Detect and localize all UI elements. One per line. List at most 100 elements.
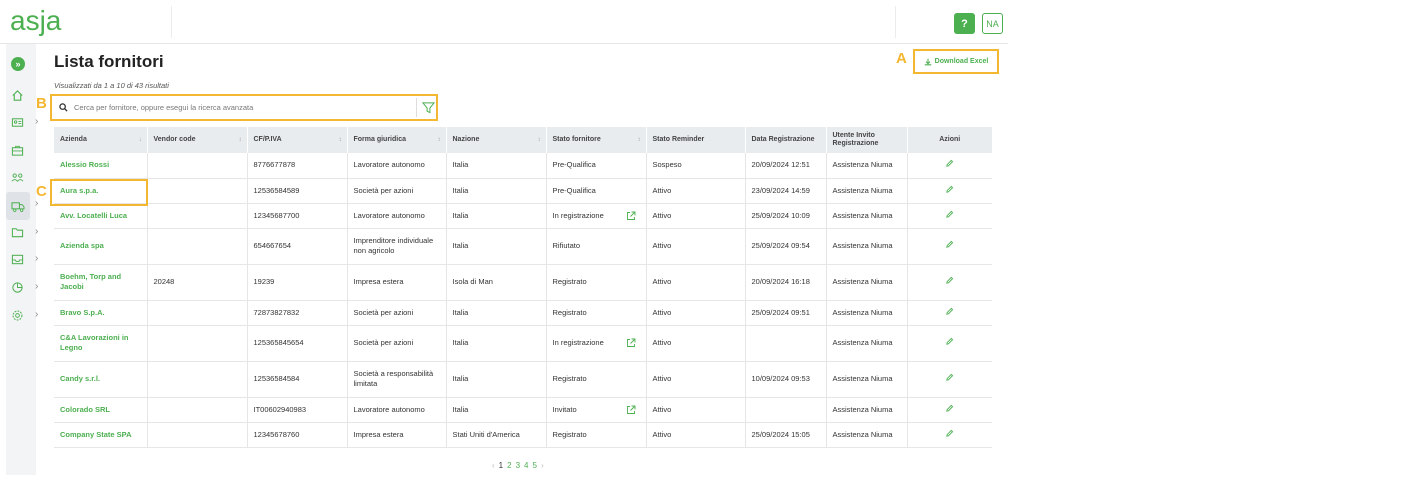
edit-pencil-icon[interactable] bbox=[945, 307, 954, 316]
column-header[interactable]: Forma giuridica ↕ bbox=[347, 127, 447, 153]
table-cell bbox=[147, 397, 248, 423]
sidebar-item-settings[interactable]: › bbox=[6, 303, 42, 327]
download-excel-button[interactable]: Download Excel bbox=[913, 49, 999, 74]
external-link-icon[interactable] bbox=[626, 211, 636, 221]
external-link-icon[interactable] bbox=[626, 338, 636, 348]
table-cell: Registrato bbox=[546, 264, 647, 301]
supplier-name-link[interactable]: Colorado SRL bbox=[54, 397, 148, 423]
supplier-name-link[interactable]: Boehm, Torp and Jacobi bbox=[54, 264, 148, 301]
page-link-3[interactable]: 3 bbox=[516, 461, 520, 470]
help-button[interactable]: ? bbox=[954, 13, 975, 34]
actions-cell bbox=[907, 300, 992, 326]
sidebar-item-registry[interactable]: › bbox=[6, 110, 42, 134]
table-cell: Società a responsabilità limitata bbox=[347, 361, 447, 398]
asja-logo[interactable]: asja bbox=[10, 6, 80, 38]
table-cell: Assistenza Niuma bbox=[826, 203, 908, 229]
edit-pencil-icon[interactable] bbox=[945, 404, 954, 413]
table-cell: Assistenza Niuma bbox=[826, 397, 908, 423]
sort-icon[interactable]: ↕ bbox=[638, 136, 641, 144]
suppliers-table: Azienda ↓ Vendor code ↕ CF/P.IVA ↕ Forma giuri… bbox=[54, 127, 992, 448]
table-cell: Registrato bbox=[546, 300, 647, 326]
table-cell: Stati Uniti d'America bbox=[446, 422, 547, 448]
table-cell: 23/09/2024 14:59 bbox=[745, 178, 827, 204]
external-link-icon[interactable] bbox=[626, 405, 636, 415]
page-link-2[interactable]: 2 bbox=[507, 461, 511, 470]
table-cell: 25/09/2024 09:54 bbox=[745, 228, 827, 265]
supplier-name-link[interactable]: Company State SPA bbox=[54, 422, 148, 448]
actions-cell bbox=[907, 361, 992, 398]
column-header[interactable]: CF/P.IVA ↕ bbox=[247, 127, 348, 153]
table-cell: Assistenza Niuma bbox=[826, 228, 908, 265]
sidebar-item-messages[interactable]: › bbox=[6, 247, 42, 271]
sort-icon[interactable]: ↕ bbox=[538, 136, 541, 144]
page-link-4[interactable]: 4 bbox=[524, 461, 528, 470]
sidebar-item-documents[interactable]: › bbox=[6, 220, 42, 244]
supplier-name-link[interactable]: Avv. Locatelli Luca bbox=[54, 203, 148, 229]
expand-sidebar-button[interactable]: » bbox=[11, 57, 25, 71]
column-header[interactable]: Vendor code ↕ bbox=[147, 127, 248, 153]
advanced-filter-button[interactable] bbox=[421, 99, 435, 116]
search-input[interactable]: Cerca per fornitore, oppure esegui la ri… bbox=[55, 98, 417, 117]
table-cell bbox=[147, 228, 248, 265]
table-cell: Attivo bbox=[646, 422, 746, 448]
sort-icon[interactable]: ↕ bbox=[239, 136, 242, 144]
supplier-name-link[interactable]: Alessio Rossi bbox=[54, 153, 148, 179]
sidebar-item-jobs[interactable] bbox=[6, 138, 42, 162]
edit-pencil-icon[interactable] bbox=[945, 210, 954, 219]
edit-pencil-icon[interactable] bbox=[945, 276, 954, 285]
table-cell: 20/09/2024 16:18 bbox=[745, 264, 827, 301]
page-link-1[interactable]: 1 bbox=[499, 461, 503, 470]
edit-pencil-icon[interactable] bbox=[945, 337, 954, 346]
chevron-right-icon: › bbox=[35, 116, 39, 127]
supplier-name-link[interactable]: Candy s.r.l. bbox=[54, 361, 148, 398]
column-header[interactable]: Stato Reminder bbox=[646, 127, 746, 153]
sort-icon[interactable]: ↕ bbox=[438, 136, 441, 144]
next-page-button[interactable]: › bbox=[541, 461, 544, 470]
sidebar-item-reports[interactable]: › bbox=[6, 275, 42, 299]
user-avatar[interactable]: NA bbox=[982, 13, 1003, 34]
edit-pencil-icon[interactable] bbox=[945, 240, 954, 249]
table-row: Alessio Rossi 8776677878 Lavoratore autono… bbox=[54, 153, 992, 179]
actions-cell bbox=[907, 153, 992, 179]
top-bar: asja ? NA bbox=[0, 0, 1008, 44]
edit-pencil-icon[interactable] bbox=[945, 373, 954, 382]
table-cell: Italia bbox=[446, 325, 547, 362]
column-header[interactable]: Stato fornitore ↕ bbox=[546, 127, 647, 153]
column-header[interactable]: Azioni bbox=[907, 127, 992, 153]
table-row: Company State SPA 12345678760 Impresa este… bbox=[54, 422, 992, 448]
divider bbox=[895, 6, 896, 38]
sidebar-item-suppliers[interactable]: › bbox=[6, 192, 38, 220]
table-cell bbox=[147, 422, 248, 448]
table-cell: Italia bbox=[446, 228, 547, 265]
table-cell: Pre-Qualifica bbox=[546, 153, 647, 179]
table-row: Boehm, Torp and Jacobi 20248 19239 Impresa … bbox=[54, 264, 992, 301]
table-cell: Imprenditore individuale non agricolo bbox=[347, 228, 447, 265]
column-header[interactable]: Utente Invito Registrazione bbox=[826, 127, 908, 153]
table-cell bbox=[147, 361, 248, 398]
chevron-right-icon: › bbox=[35, 226, 39, 237]
edit-pencil-icon[interactable] bbox=[945, 185, 954, 194]
table-cell: 12536584584 bbox=[247, 361, 348, 398]
supplier-name-link[interactable]: C&A Lavorazioni in Legno bbox=[54, 325, 148, 362]
column-header[interactable]: Nazione ↕ bbox=[446, 127, 547, 153]
column-header[interactable]: Azienda ↓ bbox=[54, 127, 148, 153]
briefcase-icon bbox=[11, 145, 24, 156]
gear-icon bbox=[12, 310, 23, 320]
sort-icon[interactable]: ↕ bbox=[339, 136, 342, 144]
column-header-label: CF/P.IVA bbox=[253, 136, 282, 143]
column-header-label: Forma giuridica bbox=[353, 136, 407, 143]
table-cell: Assistenza Niuma bbox=[826, 300, 908, 326]
page-link-5[interactable]: 5 bbox=[532, 461, 536, 470]
sort-icon[interactable]: ↓ bbox=[139, 136, 142, 144]
table-cell: Società per azioni bbox=[347, 300, 447, 326]
actions-cell bbox=[907, 178, 992, 204]
svg-text:asja: asja bbox=[10, 6, 62, 36]
supplier-name-link[interactable]: Azienda spa bbox=[54, 228, 148, 265]
edit-pencil-icon[interactable] bbox=[945, 159, 954, 168]
edit-pencil-icon[interactable] bbox=[945, 429, 954, 438]
supplier-name-link[interactable]: Bravo S.p.A. bbox=[54, 300, 148, 326]
table-cell: Impresa estera bbox=[347, 264, 447, 301]
table-cell: 10/09/2024 09:53 bbox=[745, 361, 827, 398]
column-header[interactable]: Data Registrazione bbox=[745, 127, 827, 153]
prev-page-button[interactable]: ‹ bbox=[492, 461, 495, 470]
